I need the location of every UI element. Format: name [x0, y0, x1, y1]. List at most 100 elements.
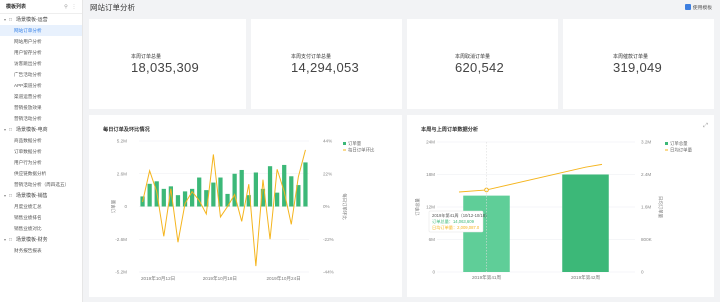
sidebar-title: 模板列表: [6, 4, 27, 10]
bar: [253, 172, 258, 207]
sidebar-item[interactable]: 网站订单分析: [0, 25, 82, 36]
y-tick-label: 24M: [426, 140, 435, 145]
sidebar-item[interactable]: 供应链数据分析: [0, 168, 82, 179]
y2-axis-label: 每日订单环比: [341, 193, 348, 220]
template-sidebar: 模板列表 ⚲ ⋮ ▾ □ 场景模板-运营 网站订单分析 网站用户分析 用户留存分析 访客跳出…: [0, 0, 83, 302]
bar: [175, 195, 181, 207]
y2-tick-label: -22%: [323, 237, 334, 242]
folder-icon: □: [9, 126, 13, 133]
sidebar-group[interactable]: ▾ □ 场景模板-财务: [0, 234, 82, 245]
legend-label: 订单总量: [670, 140, 688, 147]
daily-orders-chart: 5.2M2.6M0-2.6M-5.2M44%22%0%-22%-44%订单量 每日…: [110, 139, 375, 282]
sidebar-item[interactable]: 营销投放效果: [0, 102, 82, 113]
kpi-value: 18,035,309: [131, 60, 200, 75]
folder-icon: □: [9, 192, 13, 199]
app-root: 模板列表 ⚲ ⋮ ▾ □ 场景模板-运营 网站订单分析 网站用户分析 用户留存分析 访客跳出…: [0, 0, 720, 302]
sidebar-item[interactable]: 销售业绩对比: [0, 223, 82, 234]
kpi-label: 本周支付订单总量: [291, 54, 332, 60]
tooltip-title: 2019年第41周（10/12-10/18）: [432, 212, 489, 219]
sidebar-item[interactable]: 营销活动分析: [0, 113, 82, 124]
weekly-compare-chart-card: 本周与上周订单数据分析 ⤢ 24M 18M 12M 6M 0 3.2M 2.4M 1.6M 80…: [407, 115, 714, 297]
y2-tick-label: 800K: [641, 237, 653, 242]
sidebar-group[interactable]: ▾ □ 场景模板-运营: [0, 14, 82, 25]
kpi-card-urged: 本周催款订单量 319,049: [563, 19, 714, 109]
y2-axis-label: 日均订单量: [657, 196, 664, 219]
bar: [147, 183, 152, 207]
bar: [463, 195, 510, 272]
y2-tick-label: 2.4M: [641, 172, 651, 177]
weekly-compare-chart: 24M18M12M6M03.2M2.4M1.6M800K0订单总量 日均订单量20…: [414, 140, 693, 281]
y-tick-label: 2.6M: [117, 171, 127, 176]
folder-icon: □: [9, 16, 13, 23]
tooltip-row: 订单总量：14,063,609: [432, 218, 475, 225]
x-tick-label: 2019年10月18日: [203, 275, 237, 282]
bar: [197, 177, 202, 207]
legend-label: 订单量: [348, 140, 362, 147]
y2-tick-label: 0: [641, 270, 644, 275]
y-tick-label: 5.2M: [117, 139, 127, 144]
y-tick-label: 18M: [426, 172, 435, 177]
sidebar-group[interactable]: ▾ □ 场景模板-电商: [0, 124, 82, 135]
sidebar-item[interactable]: 访客跳出分析: [0, 58, 82, 69]
y-tick-label: -2.6M: [115, 237, 127, 242]
y2-tick-label: 3.2M: [641, 140, 651, 145]
more-icon[interactable]: ⋮: [70, 4, 78, 10]
sidebar-item[interactable]: 用户留存分析: [0, 47, 82, 58]
sidebar-group-label: 场景模板-销售: [16, 193, 48, 199]
sidebar-item[interactable]: 商品数据分析: [0, 135, 82, 146]
sidebar-item[interactable]: 渠道运营分析: [0, 91, 82, 102]
x-tick-label: 2019年第41周: [472, 274, 502, 281]
y-tick-label: 6M: [429, 237, 436, 242]
use-template-button[interactable]: 使用模板: [684, 4, 720, 11]
y2-tick-label: 22%: [323, 171, 332, 176]
y2-tick-label: -44%: [323, 270, 334, 275]
x-tick-label: 2019年第42周: [571, 274, 601, 281]
x-tick-label: 2019年10月12日: [141, 275, 175, 282]
kpi-value: 319,049: [613, 60, 663, 75]
sidebar-group[interactable]: ▾ □ 场景模板-销售: [0, 190, 82, 201]
y-axis-label: 订单总量: [414, 198, 421, 216]
kpi-label: 本周催款订单量: [613, 54, 649, 60]
use-template-label: 使用模板: [692, 5, 712, 11]
kpi-card-total: 本周订单总量 18,035,309: [89, 19, 246, 109]
y-tick-label: 12M: [426, 205, 435, 210]
sidebar-group-label: 场景模板-电商: [16, 127, 48, 133]
kpi-value: 14,294,053: [291, 60, 360, 75]
kpi-label: 本周取消订单量: [455, 54, 491, 60]
sidebar-item[interactable]: 销售业绩排名: [0, 212, 82, 223]
bar: [267, 166, 273, 207]
x-tick-label: 2019年10月24日: [267, 275, 301, 282]
folder-icon: □: [9, 236, 13, 243]
kpi-card-cancelled: 本周取消订单量 620,542: [407, 19, 558, 109]
y2-tick-label: 44%: [323, 139, 332, 144]
bar: [303, 162, 308, 207]
legend-swatch: [343, 142, 346, 145]
sidebar-item[interactable]: 营销活动分析（周四选五）: [0, 179, 82, 190]
template-icon: [684, 4, 691, 10]
sidebar-tree: ▾ □ 场景模板-运营 网站订单分析 网站用户分析 用户留存分析 访客跳出分析 广告活动分析 A…: [0, 14, 82, 256]
sidebar-item[interactable]: 订单数据分析: [0, 146, 82, 157]
sidebar-item[interactable]: APP渠道分析: [0, 80, 82, 91]
search-icon[interactable]: ⚲: [62, 4, 70, 10]
kpi-value: 620,542: [455, 60, 505, 75]
bar: [275, 192, 280, 207]
y-axis-label: 订单量: [110, 199, 117, 213]
page-title: 网站订单分析: [90, 2, 135, 12]
sidebar-item[interactable]: 财务报告报表: [0, 245, 82, 256]
legend-label: 日均订单量: [670, 147, 693, 154]
y-tick-label: 0: [432, 270, 435, 275]
legend-swatch: [665, 142, 668, 145]
sidebar-item[interactable]: 广告活动分析: [0, 69, 82, 80]
ratio-line: [142, 149, 306, 267]
y2-tick-label: 1.6M: [641, 205, 651, 210]
y-tick-label: -5.2M: [115, 270, 127, 275]
sidebar-item[interactable]: 网站用户分析: [0, 36, 82, 47]
sidebar-item[interactable]: 月度业绩汇总: [0, 201, 82, 212]
daily-orders-chart-card: 每日订单及环比情况 5.2M 2.6M 0 -2.6M -5.2M 44% 22% 0% -22…: [89, 115, 402, 297]
kpi-label: 本周订单总量: [131, 54, 162, 60]
page-header: 网站订单分析 使用模板: [84, 0, 720, 14]
bar: [289, 176, 294, 207]
sidebar-item[interactable]: 用户行为分析: [0, 157, 82, 168]
kpi-card-paid: 本周支付订单总量 14,294,053: [251, 19, 402, 109]
sidebar-header: 模板列表 ⚲ ⋮: [0, 0, 82, 14]
